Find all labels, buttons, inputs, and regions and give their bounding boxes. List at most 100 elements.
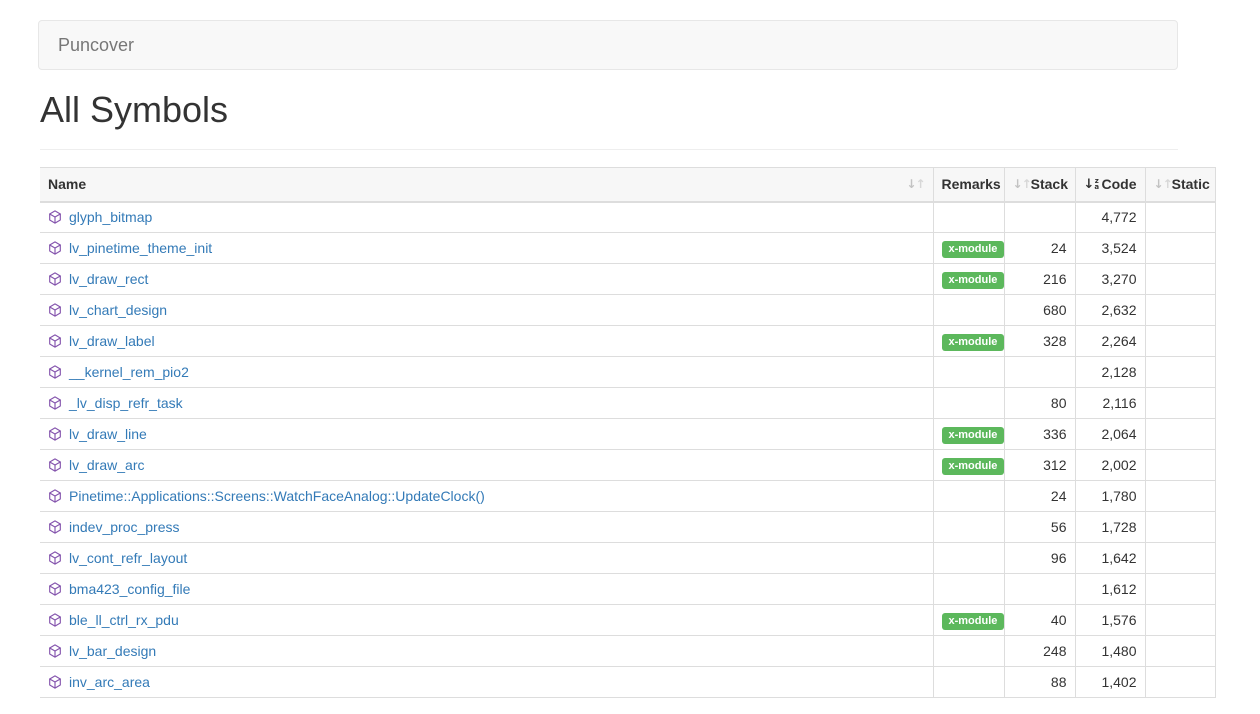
static-value-cell [1145, 264, 1215, 295]
stack-value-cell: 312 [1004, 450, 1075, 481]
symbol-cube-icon [48, 613, 62, 627]
x-module-badge: x-module [942, 334, 1005, 351]
stack-value-cell: 248 [1004, 636, 1075, 667]
symbol-link[interactable]: lv_chart_design [69, 302, 167, 318]
navbar-brand-link[interactable]: Puncover [39, 35, 134, 56]
stack-value-cell: 40 [1004, 605, 1075, 636]
stack-value-cell: 96 [1004, 543, 1075, 574]
table-row: lv_bar_design 248 1,480 [40, 636, 1215, 667]
table-header-row: Name ↓↑ Remarks ↓↑ Stack ↓za Cod [40, 168, 1215, 202]
symbol-link[interactable]: Pinetime::Applications::Screens::WatchFa… [69, 488, 485, 504]
code-value-cell: 2,128 [1075, 357, 1145, 388]
static-value-cell [1145, 295, 1215, 326]
static-value-cell [1145, 543, 1215, 574]
x-module-badge: x-module [942, 241, 1005, 258]
symbol-cube-icon [48, 396, 62, 410]
column-header-static[interactable]: ↓↑ Static [1145, 168, 1215, 202]
symbol-link[interactable]: lv_draw_arc [69, 457, 144, 473]
code-value-cell: 1,780 [1075, 481, 1145, 512]
code-value-cell: 2,116 [1075, 388, 1145, 419]
symbol-link[interactable]: lv_bar_design [69, 643, 156, 659]
symbol-name-cell: lv_cont_refr_layout [40, 543, 933, 574]
remarks-cell: x-module [933, 419, 1004, 450]
stack-value-cell: 80 [1004, 388, 1075, 419]
table-row: lv_draw_line x-module 336 2,064 [40, 419, 1215, 450]
symbol-name-cell: lv_bar_design [40, 636, 933, 667]
symbol-cube-icon [48, 675, 62, 689]
x-module-badge: x-module [942, 613, 1005, 630]
symbol-link[interactable]: lv_pinetime_theme_init [69, 240, 212, 256]
remarks-cell [933, 202, 1004, 233]
code-value-cell: 2,264 [1075, 326, 1145, 357]
column-label-remarks: Remarks [942, 176, 1001, 192]
code-value-cell: 3,270 [1075, 264, 1145, 295]
stack-value-cell: 216 [1004, 264, 1075, 295]
column-label-static: Static [1172, 176, 1210, 192]
static-value-cell [1145, 450, 1215, 481]
symbol-cube-icon [48, 334, 62, 348]
symbol-link[interactable]: indev_proc_press [69, 519, 180, 535]
symbol-name-cell: lv_draw_label [40, 326, 933, 357]
static-value-cell [1145, 636, 1215, 667]
table-row: lv_draw_label x-module 328 2,264 [40, 326, 1215, 357]
symbol-link[interactable]: _lv_disp_refr_task [69, 395, 183, 411]
symbol-name-cell: inv_arc_area [40, 667, 933, 698]
symbol-name-cell: lv_draw_arc [40, 450, 933, 481]
stack-value-cell: 88 [1004, 667, 1075, 698]
symbol-cube-icon [48, 489, 62, 503]
symbol-cube-icon [48, 520, 62, 534]
table-row: Pinetime::Applications::Screens::WatchFa… [40, 481, 1215, 512]
divider [40, 149, 1178, 150]
symbol-link[interactable]: inv_arc_area [69, 674, 150, 690]
stack-value-cell: 680 [1004, 295, 1075, 326]
static-value-cell [1145, 357, 1215, 388]
stack-value-cell [1004, 357, 1075, 388]
static-value-cell [1145, 388, 1215, 419]
symbol-name-cell: glyph_bitmap [40, 202, 933, 233]
symbol-link[interactable]: lv_draw_label [69, 333, 155, 349]
stack-value-cell: 56 [1004, 512, 1075, 543]
symbol-link[interactable]: __kernel_rem_pio2 [69, 364, 189, 380]
symbol-cube-icon [48, 210, 62, 224]
code-value-cell: 1,612 [1075, 574, 1145, 605]
symbol-cube-icon [48, 458, 62, 472]
code-value-cell: 1,728 [1075, 512, 1145, 543]
symbol-name-cell: lv_draw_line [40, 419, 933, 450]
symbol-name-cell: __kernel_rem_pio2 [40, 357, 933, 388]
code-value-cell: 2,632 [1075, 295, 1145, 326]
column-label-name: Name [48, 176, 86, 192]
table-row: inv_arc_area 88 1,402 [40, 667, 1215, 698]
remarks-cell [933, 636, 1004, 667]
code-value-cell: 2,064 [1075, 419, 1145, 450]
symbol-link[interactable]: glyph_bitmap [69, 209, 152, 225]
stack-value-cell [1004, 574, 1075, 605]
symbol-link[interactable]: bma423_config_file [69, 581, 190, 597]
static-value-cell [1145, 667, 1215, 698]
stack-value-cell [1004, 202, 1075, 233]
remarks-cell [933, 543, 1004, 574]
symbol-link[interactable]: lv_cont_refr_layout [69, 550, 187, 566]
table-header: Name ↓↑ Remarks ↓↑ Stack ↓za Cod [40, 168, 1215, 202]
symbol-cube-icon [48, 365, 62, 379]
column-label-stack: Stack [1031, 176, 1068, 192]
sort-descending-active-icon: ↓za [1084, 178, 1100, 191]
remarks-cell [933, 357, 1004, 388]
symbol-name-cell: lv_draw_rect [40, 264, 933, 295]
page-title: All Symbols [40, 89, 1216, 130]
table-row: indev_proc_press 56 1,728 [40, 512, 1215, 543]
stack-value-cell: 336 [1004, 419, 1075, 450]
symbol-cube-icon [48, 644, 62, 658]
column-header-name[interactable]: Name ↓↑ [40, 168, 933, 202]
table-row: lv_pinetime_theme_init x-module 24 3,524 [40, 233, 1215, 264]
column-header-stack[interactable]: ↓↑ Stack [1004, 168, 1075, 202]
code-value-cell: 1,576 [1075, 605, 1145, 636]
code-value-cell: 1,480 [1075, 636, 1145, 667]
symbol-link[interactable]: lv_draw_rect [69, 271, 148, 287]
table-row: lv_chart_design 680 2,632 [40, 295, 1215, 326]
symbol-link[interactable]: lv_draw_line [69, 426, 147, 442]
column-header-remarks[interactable]: Remarks [933, 168, 1004, 202]
column-header-code[interactable]: ↓za Code [1075, 168, 1145, 202]
static-value-cell [1145, 326, 1215, 357]
symbol-link[interactable]: ble_ll_ctrl_rx_pdu [69, 612, 179, 628]
symbol-cube-icon [48, 272, 62, 286]
